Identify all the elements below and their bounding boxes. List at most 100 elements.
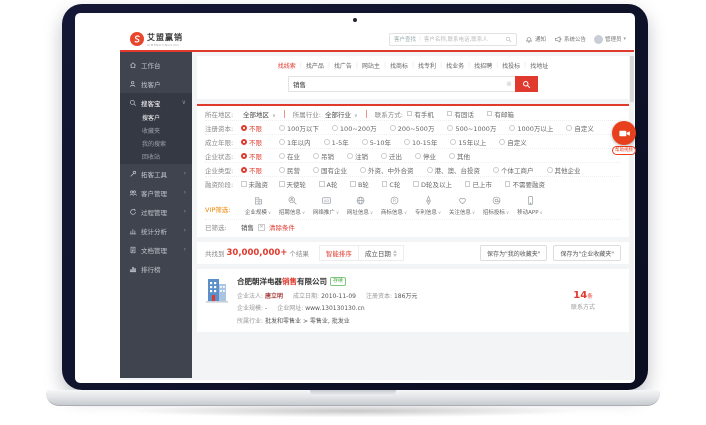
scrollbar-thumb[interactable]	[630, 56, 634, 102]
filter-option[interactable]: 民营	[279, 165, 300, 175]
filter-option[interactable]: 200~500万	[390, 123, 435, 133]
building-icon	[205, 276, 229, 303]
tab-3[interactable]: 网站主	[362, 61, 380, 70]
sidebar-subitem-2-2[interactable]: 我的搜索	[120, 138, 192, 151]
vip-filter-0[interactable]: 企业规模∨	[241, 195, 275, 216]
filter-option[interactable]: 港、澳、台投资	[427, 165, 481, 175]
filter-option[interactable]: 吊销	[313, 151, 334, 161]
tab-4[interactable]: 找商标	[390, 61, 408, 70]
notification-button[interactable]: 通知	[525, 35, 546, 43]
announcement-button[interactable]: 系统公告	[554, 35, 586, 43]
vip-filter-1[interactable]: 招聘信息∨	[275, 195, 309, 216]
filter-option[interactable]: 未融资	[241, 179, 273, 189]
filter-option[interactable]: 注销	[347, 151, 368, 161]
vip-filter-3[interactable]: 网址信息∨	[343, 195, 377, 216]
tab-7[interactable]: 找招聘	[474, 61, 492, 70]
tab-5[interactable]: 找专利	[418, 61, 436, 70]
remove-tag-icon[interactable]: ✕	[258, 224, 265, 231]
filter-option[interactable]: A轮	[319, 179, 337, 189]
filter-option[interactable]: 不限	[241, 137, 273, 147]
filter-option[interactable]: 100万以下	[279, 123, 319, 133]
filter-option[interactable]: 1000万以上	[509, 123, 553, 133]
contact-option-2[interactable]: 有邮箱	[487, 109, 514, 119]
filter-option[interactable]: 国有企业	[313, 165, 347, 175]
sidebar-subitem-2-3[interactable]: 回收站	[120, 151, 192, 164]
vip-filter-6[interactable]: 关注信息∨	[445, 195, 479, 216]
filter-option[interactable]: 其他企业	[547, 165, 581, 175]
chevron-right-icon: ›	[184, 208, 186, 215]
filter-option[interactable]: 不限	[241, 151, 273, 161]
filter-option[interactable]: 15年以上	[450, 137, 486, 147]
contact-count-block[interactable]: 14条 联系方式	[571, 290, 595, 311]
sidebar-item-0[interactable]: 工作台	[120, 55, 192, 74]
vip-filter-5[interactable]: 专利信息∨	[411, 195, 445, 216]
sort-smart-button[interactable]: 智能排序	[320, 246, 359, 260]
filter-option[interactable]: C轮	[382, 179, 401, 189]
filter-option[interactable]: 不限	[241, 123, 273, 133]
filter-option[interactable]: 10-15年	[404, 137, 437, 147]
filter-option[interactable]: 1年以内	[279, 137, 311, 147]
scrollbar[interactable]	[630, 54, 634, 380]
filter-option[interactable]: 自定义	[566, 123, 594, 133]
company-info: 合肥朝洋电器销售有限公司 存续 企业法人:唐立明 成立日期:2010-11-09…	[237, 276, 563, 325]
clear-keyword-icon[interactable]: ⊗	[503, 76, 515, 92]
filter-option[interactable]: 外资、中外合资	[360, 165, 414, 175]
vip-filter-4[interactable]: R商标信息∨	[377, 195, 411, 216]
contact-option-0[interactable]: 有手机	[407, 109, 434, 119]
save-company-favorites-button[interactable]: 保存为"企业收藏夹"	[553, 245, 621, 261]
sidebar-item-7[interactable]: 文档管理›	[120, 240, 192, 259]
filter-option[interactable]: 停业	[415, 151, 436, 161]
sidebar-item-2[interactable]: 搜客宝∨	[120, 93, 192, 112]
filter-option[interactable]: B轮	[350, 179, 368, 189]
search-button[interactable]	[515, 76, 538, 92]
sidebar-item-1[interactable]: 找客户	[120, 74, 192, 93]
filter-option[interactable]: D轮及以上	[413, 179, 452, 189]
tab-8[interactable]: 找投标	[502, 61, 520, 70]
tab-2[interactable]: 找广告	[334, 61, 352, 70]
contact-option-1[interactable]: 有固话	[447, 109, 474, 119]
sidebar-item-8[interactable]: 排行榜	[120, 259, 192, 278]
clear-filters-link[interactable]: 清除条件	[269, 222, 295, 232]
vip-filter-7[interactable]: 招标投标∨	[479, 195, 513, 216]
keyword-input[interactable]	[288, 76, 503, 92]
help-video-button[interactable]	[612, 121, 636, 145]
sidebar-item-3[interactable]: 拓客工具›	[120, 164, 192, 183]
sort-date-button[interactable]: 成立日期	[359, 246, 403, 260]
customer-search-box[interactable]: 客户查找 | 客户名称,联系电话,联系人	[389, 33, 517, 46]
brand-logo[interactable]: 艾盟赢销 AIMENGYINGXIAO	[130, 32, 183, 47]
tab-1[interactable]: 找产品	[306, 61, 324, 70]
filter-option[interactable]: 自定义	[499, 137, 527, 147]
filter-option[interactable]: 不限	[241, 165, 273, 175]
sidebar-subitem-2-1[interactable]: 收藏夹	[120, 125, 192, 138]
company-card[interactable]: 合肥朝洋电器销售有限公司 存续 企业法人:唐立明 成立日期:2010-11-09…	[197, 269, 629, 332]
filter-option[interactable]: 500~1000万	[447, 123, 496, 133]
filter-option[interactable]: 5-10年	[362, 137, 391, 147]
filter-option[interactable]: 其他	[449, 151, 470, 161]
sidebar-item-6[interactable]: 统计分析›	[120, 221, 192, 240]
vip-filter-2[interactable]: AD网络推广∨	[309, 195, 343, 216]
region-select[interactable]: 全部地区 ∨	[243, 109, 276, 119]
radio	[241, 139, 247, 145]
tab-0[interactable]: 找线索	[278, 61, 296, 70]
filter-option[interactable]: 100~200万	[332, 123, 377, 133]
filter-option[interactable]: 个体工商户	[493, 165, 534, 175]
sidebar-item-5[interactable]: 过程管理›	[120, 202, 192, 221]
company-name[interactable]: 合肥朝洋电器销售有限公司 存续	[237, 276, 563, 287]
filter-option[interactable]: 已上市	[465, 179, 492, 189]
filter-option[interactable]: 迁出	[381, 151, 402, 161]
filter-option[interactable]: 在业	[279, 151, 300, 161]
selected-filters-row: 已筛选: 销售 ✕ 清除条件	[205, 220, 621, 234]
user-menu[interactable]: 管理员 ▾	[594, 35, 626, 44]
industry-select[interactable]: 全部行业 ∨	[325, 109, 358, 119]
filter-option[interactable]: 天使轮	[279, 179, 306, 189]
tab-9[interactable]: 找地址	[530, 61, 548, 70]
sidebar-subitem-2-0[interactable]: 搜客户	[120, 112, 192, 125]
save-my-favorites-button[interactable]: 保存为"我的收藏夹"	[480, 245, 548, 261]
radio	[279, 125, 285, 131]
filter-option[interactable]: 1-5年	[324, 137, 349, 147]
chevron-right-icon: ›	[184, 189, 186, 196]
filter-option[interactable]: 不需要融资	[505, 179, 545, 189]
tab-6[interactable]: 找业务	[446, 61, 464, 70]
vip-filter-8[interactable]: 移动APP∨	[513, 195, 547, 216]
sidebar-item-4[interactable]: 客户管理›	[120, 183, 192, 202]
